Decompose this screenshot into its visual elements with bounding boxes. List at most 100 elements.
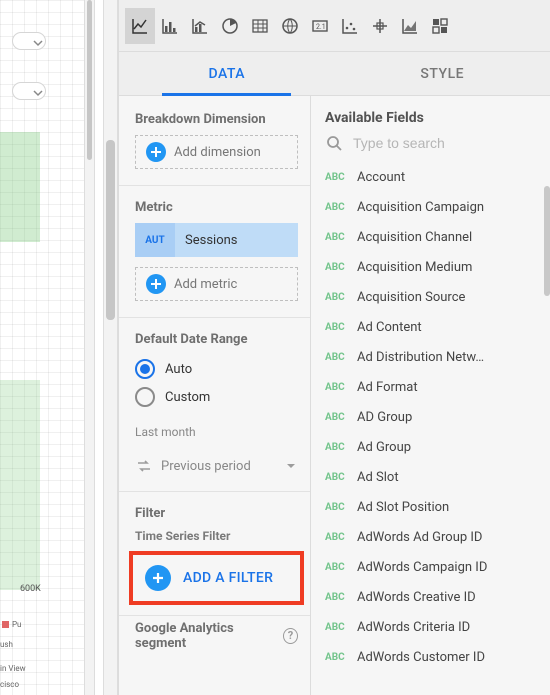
help-icon[interactable]: ? xyxy=(283,628,298,644)
filter-title: Filter xyxy=(135,506,298,521)
tab-style[interactable]: STYLE xyxy=(335,52,550,95)
canvas-scrollbar[interactable] xyxy=(84,0,95,695)
field-type-badge: ABC xyxy=(325,352,347,363)
field-row[interactable]: ABC AdWords Ad Group ID xyxy=(311,522,550,552)
field-row[interactable]: ABCAcquisition Channel xyxy=(311,222,550,252)
field-row[interactable]: ABC AD Group xyxy=(311,402,550,432)
field-row[interactable]: ABC Ad Slot Position xyxy=(311,492,550,522)
field-row[interactable]: ABCAcquisition Source xyxy=(311,282,550,312)
field-type-badge: ABC xyxy=(325,502,347,513)
fields-search-input[interactable] xyxy=(351,134,536,152)
scatter-icon[interactable] xyxy=(335,8,365,44)
field-row[interactable]: ABCAcquisition Campaign xyxy=(311,192,550,222)
date-range-custom[interactable]: Custom xyxy=(135,383,298,411)
scorecard-icon[interactable]: 2.1 xyxy=(305,8,335,44)
available-fields-panel: Available Fields ABCAccountABCAcquisitio… xyxy=(311,96,550,695)
field-row[interactable]: ABCAd Format xyxy=(311,372,550,402)
field-name: Ad Group xyxy=(357,440,411,455)
ga-segment-section[interactable]: Google Analytics segment ? xyxy=(119,615,311,649)
axis-label: 600K xyxy=(20,584,41,594)
field-name: AdWords Customer ID xyxy=(357,650,485,665)
chevron-down-icon xyxy=(284,459,298,473)
field-type-badge: ABC xyxy=(325,652,347,663)
field-type-badge: ABC xyxy=(325,592,347,603)
field-name: AD Group xyxy=(357,410,412,425)
radio-unselected-icon xyxy=(135,387,155,407)
field-row[interactable]: ABC Acquisition Medium xyxy=(311,252,550,282)
chart-type-toolbar: 2.1 xyxy=(119,0,550,52)
field-name: Ad Slot Position xyxy=(357,500,449,515)
panel-scrollbar[interactable] xyxy=(103,0,118,695)
dropdown-pill[interactable] xyxy=(12,82,46,100)
legend-item: Pu xyxy=(2,620,82,629)
canvas-text: in View xyxy=(0,664,26,673)
bullet-icon[interactable] xyxy=(365,8,395,44)
plus-icon xyxy=(145,565,171,591)
field-row[interactable]: ABC AdWords Customer ID xyxy=(311,642,550,672)
add-dimension-label: Add dimension xyxy=(174,145,261,160)
add-filter-label: ADD A FILTER xyxy=(183,570,273,586)
field-row[interactable]: ABCAd Slot xyxy=(311,462,550,492)
dropdown-pill[interactable] xyxy=(12,32,46,50)
fields-scrollbar[interactable] xyxy=(544,186,550,296)
filter-subtitle: Time Series Filter xyxy=(135,529,298,543)
field-type-badge: ABC xyxy=(325,172,347,183)
add-dimension-button[interactable]: Add dimension xyxy=(135,135,298,169)
tab-data[interactable]: DATA xyxy=(119,52,335,95)
field-row[interactable]: ABC Ad Group xyxy=(311,432,550,462)
field-name: Ad Format xyxy=(357,380,418,395)
field-name: AdWords Creative ID xyxy=(357,590,476,605)
metric-title: Metric xyxy=(135,200,298,215)
canvas-text: cisco xyxy=(0,680,19,689)
table-icon[interactable] xyxy=(245,8,275,44)
fields-search[interactable] xyxy=(311,130,550,162)
field-type-badge: ABC xyxy=(325,472,347,483)
field-name: Ad Content xyxy=(357,320,422,335)
field-name: Acquisition Source xyxy=(357,290,465,305)
pivot-icon[interactable] xyxy=(425,8,455,44)
field-row[interactable]: ABCAccount xyxy=(311,162,550,192)
geo-icon[interactable] xyxy=(275,8,305,44)
compare-period-dropdown[interactable]: Previous period xyxy=(135,457,298,475)
field-type-badge: ABC xyxy=(325,532,347,543)
field-row[interactable]: ABC Ad Content xyxy=(311,312,550,342)
properties-panel: 2.1 DATA STYLE Breakdown Dimension xyxy=(118,0,550,695)
metric-type-badge: AUT xyxy=(135,223,175,257)
field-list: ABCAccountABCAcquisition CampaignABCAcqu… xyxy=(311,162,550,695)
field-row[interactable]: ABCAd Distribution Netw… xyxy=(311,342,550,372)
metric-sessions-chip[interactable]: AUT Sessions xyxy=(135,223,298,257)
field-type-badge: ABC xyxy=(325,202,347,213)
add-metric-button[interactable]: Add metric xyxy=(135,267,298,301)
field-row[interactable]: ABCAdWords Criteria ID xyxy=(311,612,550,642)
report-canvas-strip: 600K Pu ush in View cisco xyxy=(0,0,84,695)
breakdown-title: Breakdown Dimension xyxy=(135,112,298,127)
field-row[interactable]: ABC AdWords Campaign ID xyxy=(311,552,550,582)
pie-chart-icon[interactable] xyxy=(215,8,245,44)
add-filter-button[interactable]: ADD A FILTER xyxy=(139,561,294,595)
date-range-auto[interactable]: Auto xyxy=(135,355,298,383)
field-type-badge: ABC xyxy=(325,322,347,333)
line-chart-icon[interactable] xyxy=(125,8,155,44)
field-name: AdWords Ad Group ID xyxy=(357,530,482,545)
field-name: Acquisition Medium xyxy=(357,260,472,275)
field-name: Acquisition Channel xyxy=(357,230,472,245)
area-chart-icon[interactable] xyxy=(395,8,425,44)
panel-tabs: DATA STYLE xyxy=(119,52,550,96)
field-type-badge: ABC xyxy=(325,262,347,273)
field-type-badge: ABC xyxy=(325,562,347,573)
svg-text:2.1: 2.1 xyxy=(316,23,326,31)
plus-icon xyxy=(146,274,166,294)
combo-chart-icon[interactable] xyxy=(185,8,215,44)
field-type-badge: ABC xyxy=(325,442,347,453)
bar-chart-icon[interactable] xyxy=(155,8,185,44)
radio-selected-icon xyxy=(135,359,155,379)
search-icon xyxy=(325,134,343,152)
data-config: Breakdown Dimension Add dimension Metric… xyxy=(119,96,311,695)
field-name: AdWords Campaign ID xyxy=(357,560,487,575)
field-type-badge: ABC xyxy=(325,412,347,423)
plus-icon xyxy=(146,142,166,162)
field-row[interactable]: ABC AdWords Creative ID xyxy=(311,582,550,612)
date-range-note: Last month xyxy=(135,425,298,439)
available-fields-title: Available Fields xyxy=(311,96,550,130)
add-filter-highlight: ADD A FILTER xyxy=(129,551,304,605)
